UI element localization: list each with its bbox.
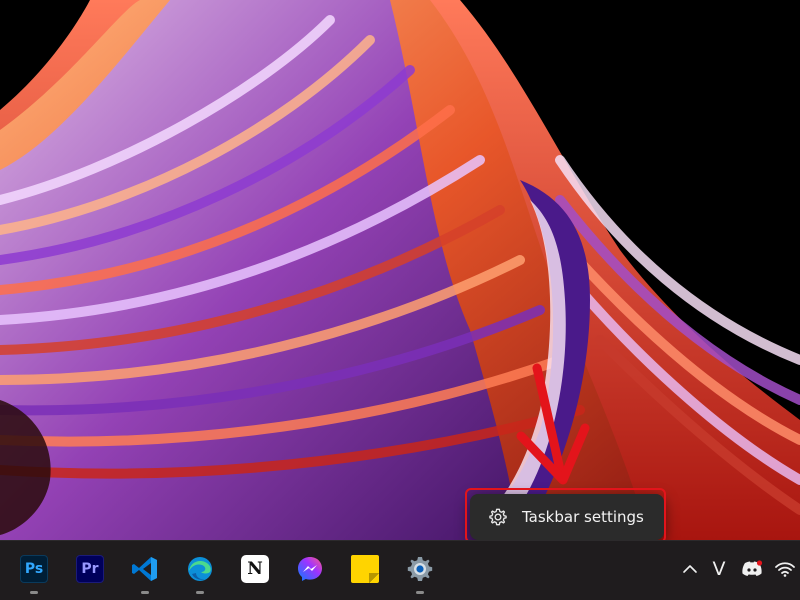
gear-icon (489, 508, 507, 526)
edge-icon (188, 557, 212, 581)
taskbar-app-settings[interactable] (406, 555, 434, 583)
red-arrow-icon (516, 363, 590, 485)
running-indicator (196, 591, 204, 594)
show-hidden-icons-button[interactable] (680, 557, 700, 581)
taskbar-app-premiere-pro[interactable]: Pr (76, 555, 104, 583)
wifi-icon (775, 562, 795, 577)
desktop-wallpaper (0, 0, 800, 540)
sticky-notes-icon (369, 573, 379, 583)
tray-app-v[interactable]: V (708, 557, 730, 581)
taskbar-app-microsoft-edge[interactable] (186, 555, 214, 583)
running-indicator (30, 591, 38, 594)
settings-gear-icon (407, 557, 433, 581)
taskbar-context-menu: Taskbar settings (470, 494, 664, 540)
messenger-icon (298, 557, 322, 581)
wifi-status[interactable] (773, 557, 797, 581)
running-indicator (141, 591, 149, 594)
taskbar: Ps Pr N V (0, 540, 800, 600)
vscode-icon (132, 557, 157, 581)
notion-icon: N (247, 559, 263, 579)
taskbar-app-visual-studio-code[interactable] (131, 555, 159, 583)
chevron-up-icon (683, 565, 697, 573)
v-icon: V (712, 558, 726, 580)
taskbar-settings-label: Taskbar settings (522, 508, 644, 526)
photoshop-icon: Ps (24, 561, 44, 577)
taskbar-settings-menu-item[interactable]: Taskbar settings (488, 507, 644, 527)
discord-icon (742, 560, 763, 576)
taskbar-app-messenger[interactable] (296, 555, 324, 583)
premiere-pro-icon: Pr (81, 561, 99, 577)
taskbar-app-sticky-notes[interactable] (351, 555, 379, 583)
running-indicator (416, 591, 424, 594)
taskbar-app-photoshop[interactable]: Ps (20, 555, 48, 583)
taskbar-app-notion[interactable]: N (241, 555, 269, 583)
tray-app-discord[interactable] (741, 557, 763, 581)
